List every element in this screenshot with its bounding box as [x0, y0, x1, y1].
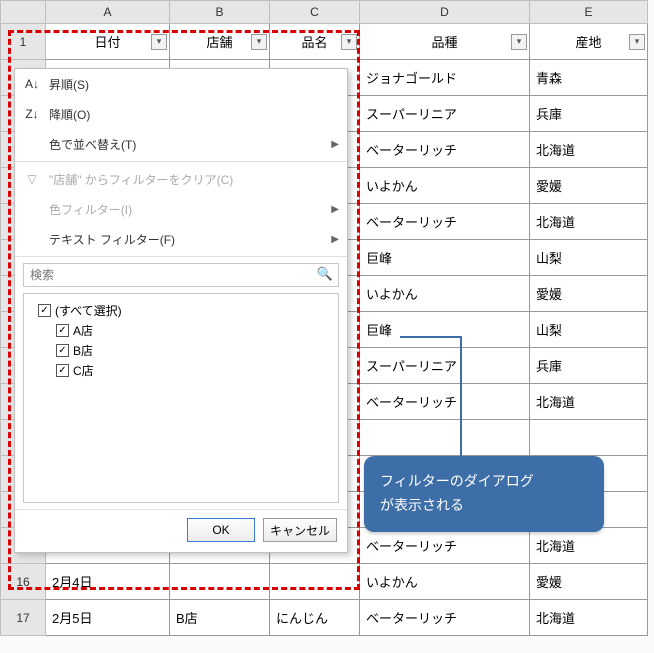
cell-A1[interactable]: 日付▾: [46, 24, 170, 60]
col-header-C[interactable]: C: [270, 0, 360, 24]
cell[interactable]: ベーターリッチ: [360, 384, 530, 420]
cell-E1[interactable]: 産地▾: [530, 24, 648, 60]
funnel-clear-icon: ▽: [23, 172, 41, 186]
cell[interactable]: 巨峰: [360, 240, 530, 276]
cell[interactable]: いよかん: [360, 168, 530, 204]
chevron-right-icon: ▶: [331, 139, 339, 150]
cell[interactable]: ベーターリッチ: [360, 600, 530, 636]
chevron-right-icon: ▶: [331, 234, 339, 245]
cell[interactable]: 愛媛: [530, 276, 648, 312]
filter-item[interactable]: ✓ A店: [28, 320, 334, 340]
cell[interactable]: 北海道: [530, 528, 648, 564]
cell[interactable]: 北海道: [530, 384, 648, 420]
cell[interactable]: 山梨: [530, 240, 648, 276]
cell[interactable]: 青森: [530, 60, 648, 96]
table-row: 172月5日B店にんじんベーターリッチ北海道: [0, 600, 648, 636]
cell[interactable]: にんじん: [270, 600, 360, 636]
column-headers: A B C D E: [0, 0, 648, 24]
cell[interactable]: 愛媛: [530, 564, 648, 600]
filter-drop-icon[interactable]: ▾: [341, 34, 357, 50]
cell[interactable]: B店: [170, 600, 270, 636]
checkbox-checked-icon[interactable]: ✓: [38, 304, 51, 317]
sort-by-color[interactable]: 色で並べ替え(T) ▶: [15, 129, 347, 159]
cell-B1[interactable]: 店舗▾: [170, 24, 270, 60]
col-header-A[interactable]: A: [46, 0, 170, 24]
ok-button[interactable]: OK: [187, 518, 255, 542]
cell[interactable]: 北海道: [530, 204, 648, 240]
table-row: 162月4日 いよかん愛媛: [0, 564, 648, 600]
cell[interactable]: いよかん: [360, 276, 530, 312]
filter-search-input[interactable]: [23, 263, 339, 287]
clear-filter: ▽ "店舗" からフィルターをクリア(C): [15, 164, 347, 194]
cell[interactable]: スーパーリニア: [360, 348, 530, 384]
corner-cell[interactable]: [0, 0, 46, 24]
cell-D1[interactable]: 品種▾: [360, 24, 530, 60]
cell[interactable]: 愛媛: [530, 168, 648, 204]
filter-menu: A↓ 昇順(S) Z↓ 降順(O) 色で並べ替え(T) ▶ ▽ "店舗" からフ…: [14, 68, 348, 553]
cell[interactable]: 北海道: [530, 132, 648, 168]
row-header[interactable]: 17: [0, 600, 46, 636]
chevron-right-icon: ▶: [331, 204, 339, 215]
text-filter[interactable]: テキスト フィルター(F) ▶: [15, 224, 347, 254]
color-filter: 色フィルター(I) ▶: [15, 194, 347, 224]
sort-asc-icon: A↓: [23, 77, 41, 91]
filter-drop-icon[interactable]: ▾: [251, 34, 267, 50]
search-icon: 🔍: [317, 266, 333, 282]
cell[interactable]: 2月5日: [46, 600, 170, 636]
cancel-button[interactable]: キャンセル: [263, 518, 337, 542]
col-header-B[interactable]: B: [170, 0, 270, 24]
cell[interactable]: [170, 564, 270, 600]
cell[interactable]: 北海道: [530, 600, 648, 636]
cell[interactable]: ベーターリッチ: [360, 528, 530, 564]
callout-leader-line: [460, 336, 462, 456]
filter-drop-icon[interactable]: ▾: [629, 34, 645, 50]
cell[interactable]: [360, 420, 530, 456]
filter-drop-icon[interactable]: ▾: [511, 34, 527, 50]
cell[interactable]: 山梨: [530, 312, 648, 348]
sort-descending[interactable]: Z↓ 降順(O): [15, 99, 347, 129]
row-header-1[interactable]: 1: [0, 24, 46, 60]
col-header-D[interactable]: D: [360, 0, 530, 24]
callout-box: フィルターのダイアログ が表示される: [364, 456, 604, 532]
sort-ascending[interactable]: A↓ 昇順(S): [15, 69, 347, 99]
checkbox-checked-icon[interactable]: ✓: [56, 324, 69, 337]
cell[interactable]: 兵庫: [530, 96, 648, 132]
cell-C1[interactable]: 品名▾: [270, 24, 360, 60]
cell[interactable]: ベーターリッチ: [360, 132, 530, 168]
cell[interactable]: 巨峰: [360, 312, 530, 348]
row-header[interactable]: 16: [0, 564, 46, 600]
cell[interactable]: [530, 420, 648, 456]
cell[interactable]: 兵庫: [530, 348, 648, 384]
sort-desc-icon: Z↓: [23, 107, 41, 121]
cell[interactable]: スーパーリニア: [360, 96, 530, 132]
cell[interactable]: [270, 564, 360, 600]
checkbox-checked-icon[interactable]: ✓: [56, 344, 69, 357]
cell[interactable]: ジョナゴールド: [360, 60, 530, 96]
select-all-row[interactable]: ✓ (すべて選択): [28, 300, 334, 320]
cell[interactable]: いよかん: [360, 564, 530, 600]
filter-item[interactable]: ✓ C店: [28, 360, 334, 380]
checkbox-checked-icon[interactable]: ✓: [56, 364, 69, 377]
cell[interactable]: 2月4日: [46, 564, 170, 600]
cell[interactable]: ベーターリッチ: [360, 204, 530, 240]
filter-values-tree[interactable]: ✓ (すべて選択) ✓ A店 ✓ B店 ✓ C店: [23, 293, 339, 503]
filter-drop-icon[interactable]: ▾: [151, 34, 167, 50]
col-header-E[interactable]: E: [530, 0, 648, 24]
filter-item[interactable]: ✓ B店: [28, 340, 334, 360]
